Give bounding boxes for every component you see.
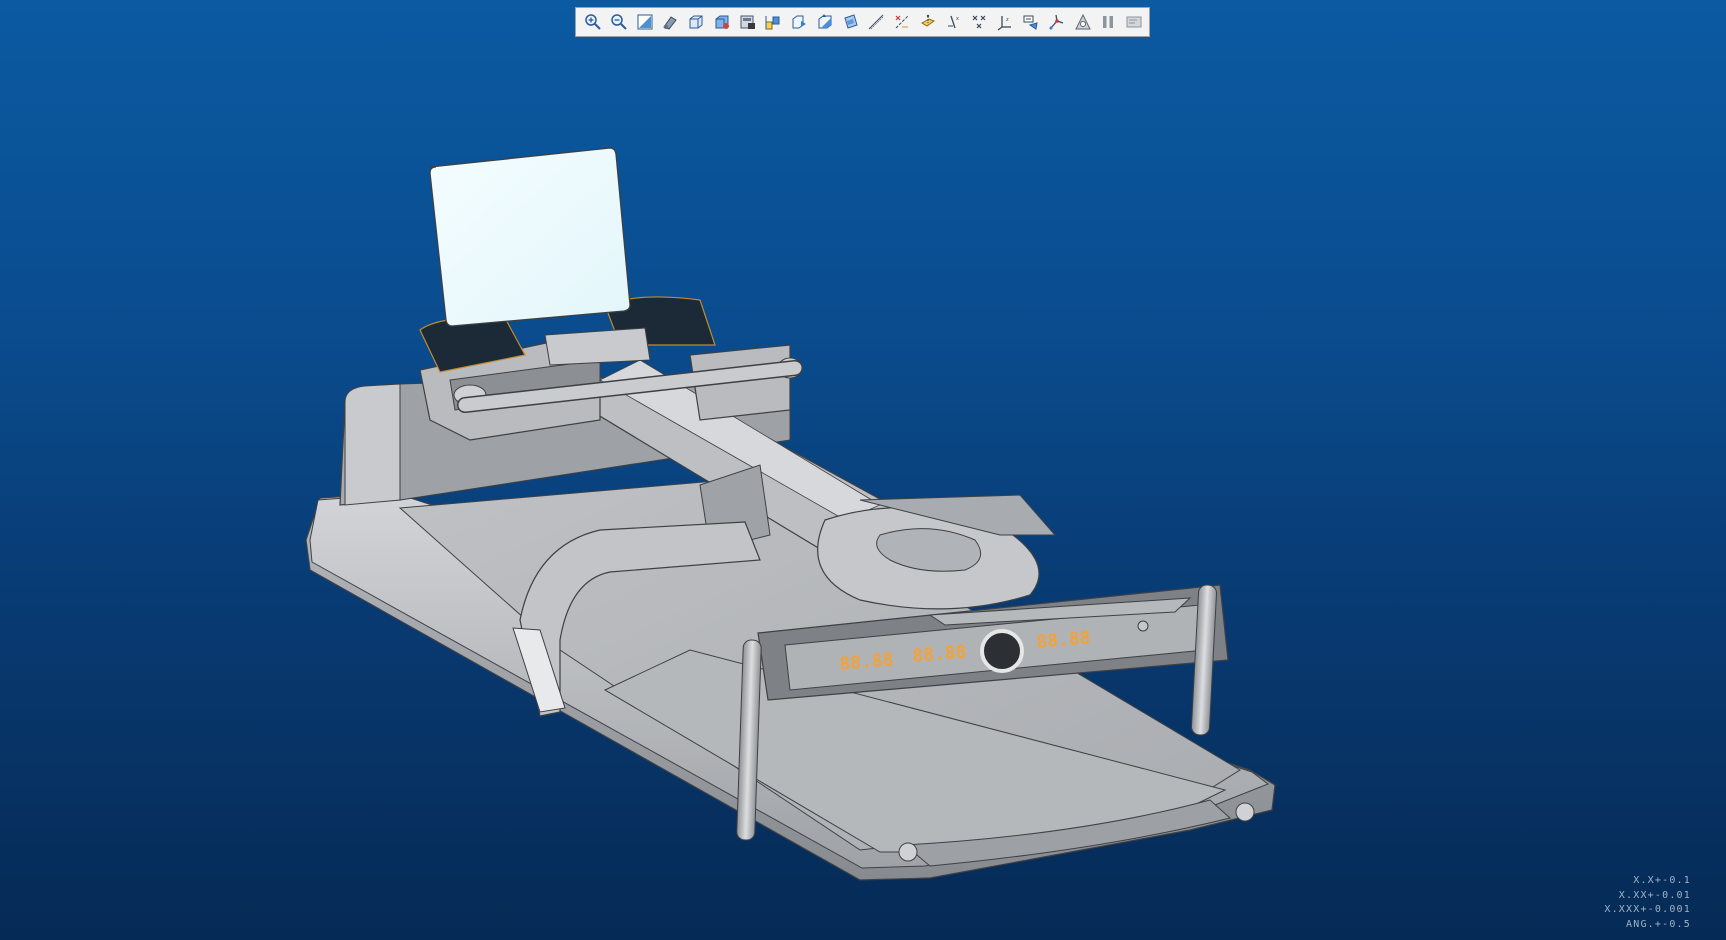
rower-seat[interactable]: [817, 494, 1057, 610]
tolerance-note: X.X+-0.1 X.XX+-0.01 X.XXX+-0.001 ANG.+-0…: [1604, 874, 1691, 932]
tolerance-line-4: ANG.+-0.5: [1626, 918, 1691, 930]
cad-model[interactable]: 88.88 88.88 88.88: [0, 0, 1726, 940]
tolerance-line-2: X.XX+-0.01: [1618, 889, 1691, 901]
tolerance-line-1: X.X+-0.1: [1633, 875, 1691, 886]
tolerance-line-3: X.XXX+-0.001: [1604, 904, 1691, 915]
tablet-screen[interactable]: [429, 147, 631, 327]
graphics-viewport[interactable]: x z 88.88 88.88 88.88 X.X+-0.1 X.XX+-0.0…: [0, 0, 1726, 940]
